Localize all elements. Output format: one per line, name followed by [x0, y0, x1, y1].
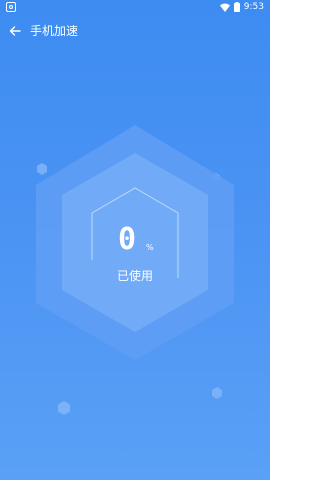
usage-readout: 0 % 已使用: [0, 225, 270, 285]
page-title: 手机加速: [30, 24, 79, 38]
app-notification-icon: [6, 2, 16, 12]
status-time: 9:53: [243, 2, 264, 12]
arrow-left-icon: [9, 26, 21, 36]
app-screen: 9:53 手机加速 0 % 已使用: [0, 0, 270, 480]
decorative-hexagon-icon: [212, 387, 222, 399]
back-button[interactable]: [0, 18, 30, 44]
usage-label: 已使用: [116, 269, 153, 283]
usage-value-row: 0 %: [118, 225, 178, 261]
usage-percent-value: 0: [118, 222, 137, 257]
app-bar: 手机加速: [0, 18, 270, 44]
decorative-hexagon-icon: [58, 401, 70, 415]
status-bar: 9:53: [0, 0, 270, 14]
wifi-icon: [219, 3, 230, 12]
battery-icon: [233, 2, 240, 12]
usage-percent-unit: %: [146, 243, 154, 252]
status-right-group: 9:53: [219, 0, 264, 14]
